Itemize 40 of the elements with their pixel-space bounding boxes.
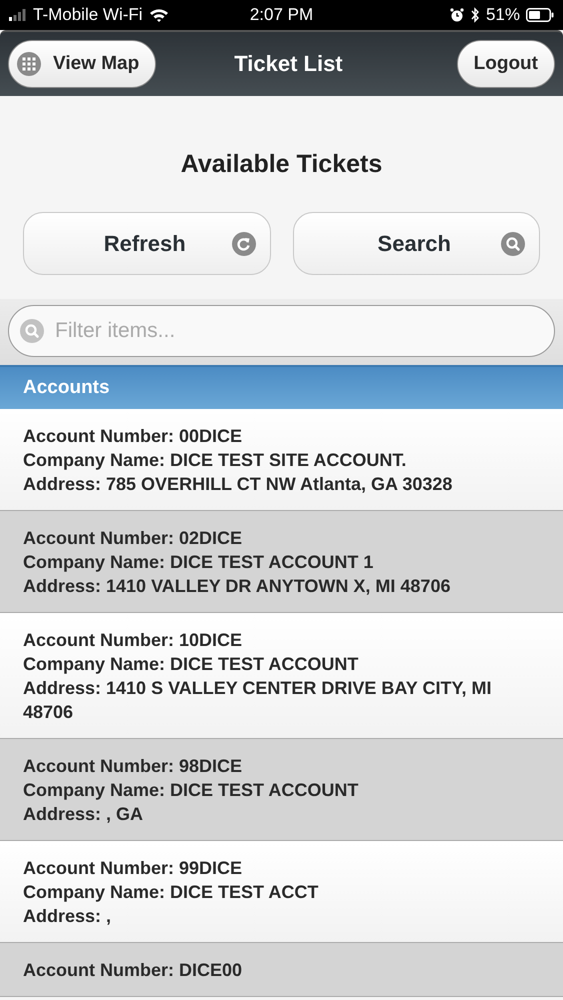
wifi-icon — [148, 8, 169, 22]
account-detail: Company Name: DICE TEST ACCOUNT — [23, 653, 360, 676]
account-detail: Account Number: 00DICE — [23, 425, 244, 448]
account-list-item[interactable]: Account Number: 10DICE Company Name: DICE TEST ACCOUNT Address: 1410 S VALLEY CENTER DRIVE BAY CITY, MI 48706 — [0, 613, 563, 739]
account-list-item[interactable]: Account Number: 02DICE Company Name: DICE TEST ACCOUNT 1 Address: 1410 VALLEY DR ANYTOWN X, MI 48706 — [0, 511, 563, 613]
account-detail: Address: , — [23, 905, 112, 928]
view-map-button[interactable]: View Map — [8, 40, 156, 88]
refresh-icon — [232, 232, 256, 256]
section-heading: Available Tickets — [180, 149, 384, 180]
search-button[interactable]: Search — [292, 212, 540, 275]
account-detail: Address: 1410 VALLEY DR ANYTOWN X, MI 48706 — [23, 575, 452, 598]
clock-time: 2:07 PM — [250, 5, 314, 25]
account-detail: Account Number: 98DICE — [23, 755, 244, 778]
account-detail: Address: , GA — [23, 803, 144, 826]
account-list-item[interactable]: Account Number: 99DICE Company Name: DICE TEST ACCT Address: , — [0, 841, 563, 943]
grid-icon — [17, 52, 41, 76]
filter-field[interactable]: Filter items... — [8, 305, 555, 357]
account-detail: Account Number: DICE00 — [23, 959, 244, 982]
account-detail: Account Number: 99DICE — [23, 857, 244, 880]
account-detail: Address: 1410 S VALLEY CENTER DRIVE BAY CITY, MI 48706 — [23, 677, 492, 724]
search-icon — [501, 232, 525, 256]
carrier-name: T-Mobile Wi-Fi — [33, 5, 143, 25]
account-detail: Address: 785 OVERHILL CT NW Atlanta, GA 30328 — [23, 473, 454, 496]
account-detail: Company Name: DICE TEST ACCOUNT — [23, 779, 360, 802]
alarm-icon — [450, 8, 464, 22]
battery-icon — [526, 8, 554, 22]
refresh-button[interactable]: Refresh — [23, 212, 270, 275]
account-list-item[interactable]: Account Number: 00DICE Company Name: DICE TEST SITE ACCOUNT. Address: 785 OVERHILL CT NW Atlanta, GA 30328 — [0, 409, 563, 511]
battery-percent: 51% — [486, 5, 520, 25]
account-list-item[interactable]: Account Number: 98DICE Company Name: DICE TEST ACCOUNT Address: , GA — [0, 739, 563, 841]
page-title: Ticket List — [234, 51, 343, 77]
account-list-item[interactable]: Account Number: DICE00 — [0, 943, 563, 997]
logout-button[interactable]: Logout — [456, 40, 555, 88]
account-detail: Company Name: DICE TEST ACCT — [23, 881, 320, 904]
signal-icon — [9, 9, 27, 21]
account-detail: Account Number: 02DICE — [23, 527, 244, 550]
account-detail: Company Name: DICE TEST SITE ACCOUNT. — [23, 449, 408, 472]
account-detail: Company Name: DICE TEST ACCOUNT 1 — [23, 551, 374, 574]
account-detail: Account Number: 10DICE — [23, 629, 244, 652]
bluetooth-icon — [470, 7, 480, 23]
